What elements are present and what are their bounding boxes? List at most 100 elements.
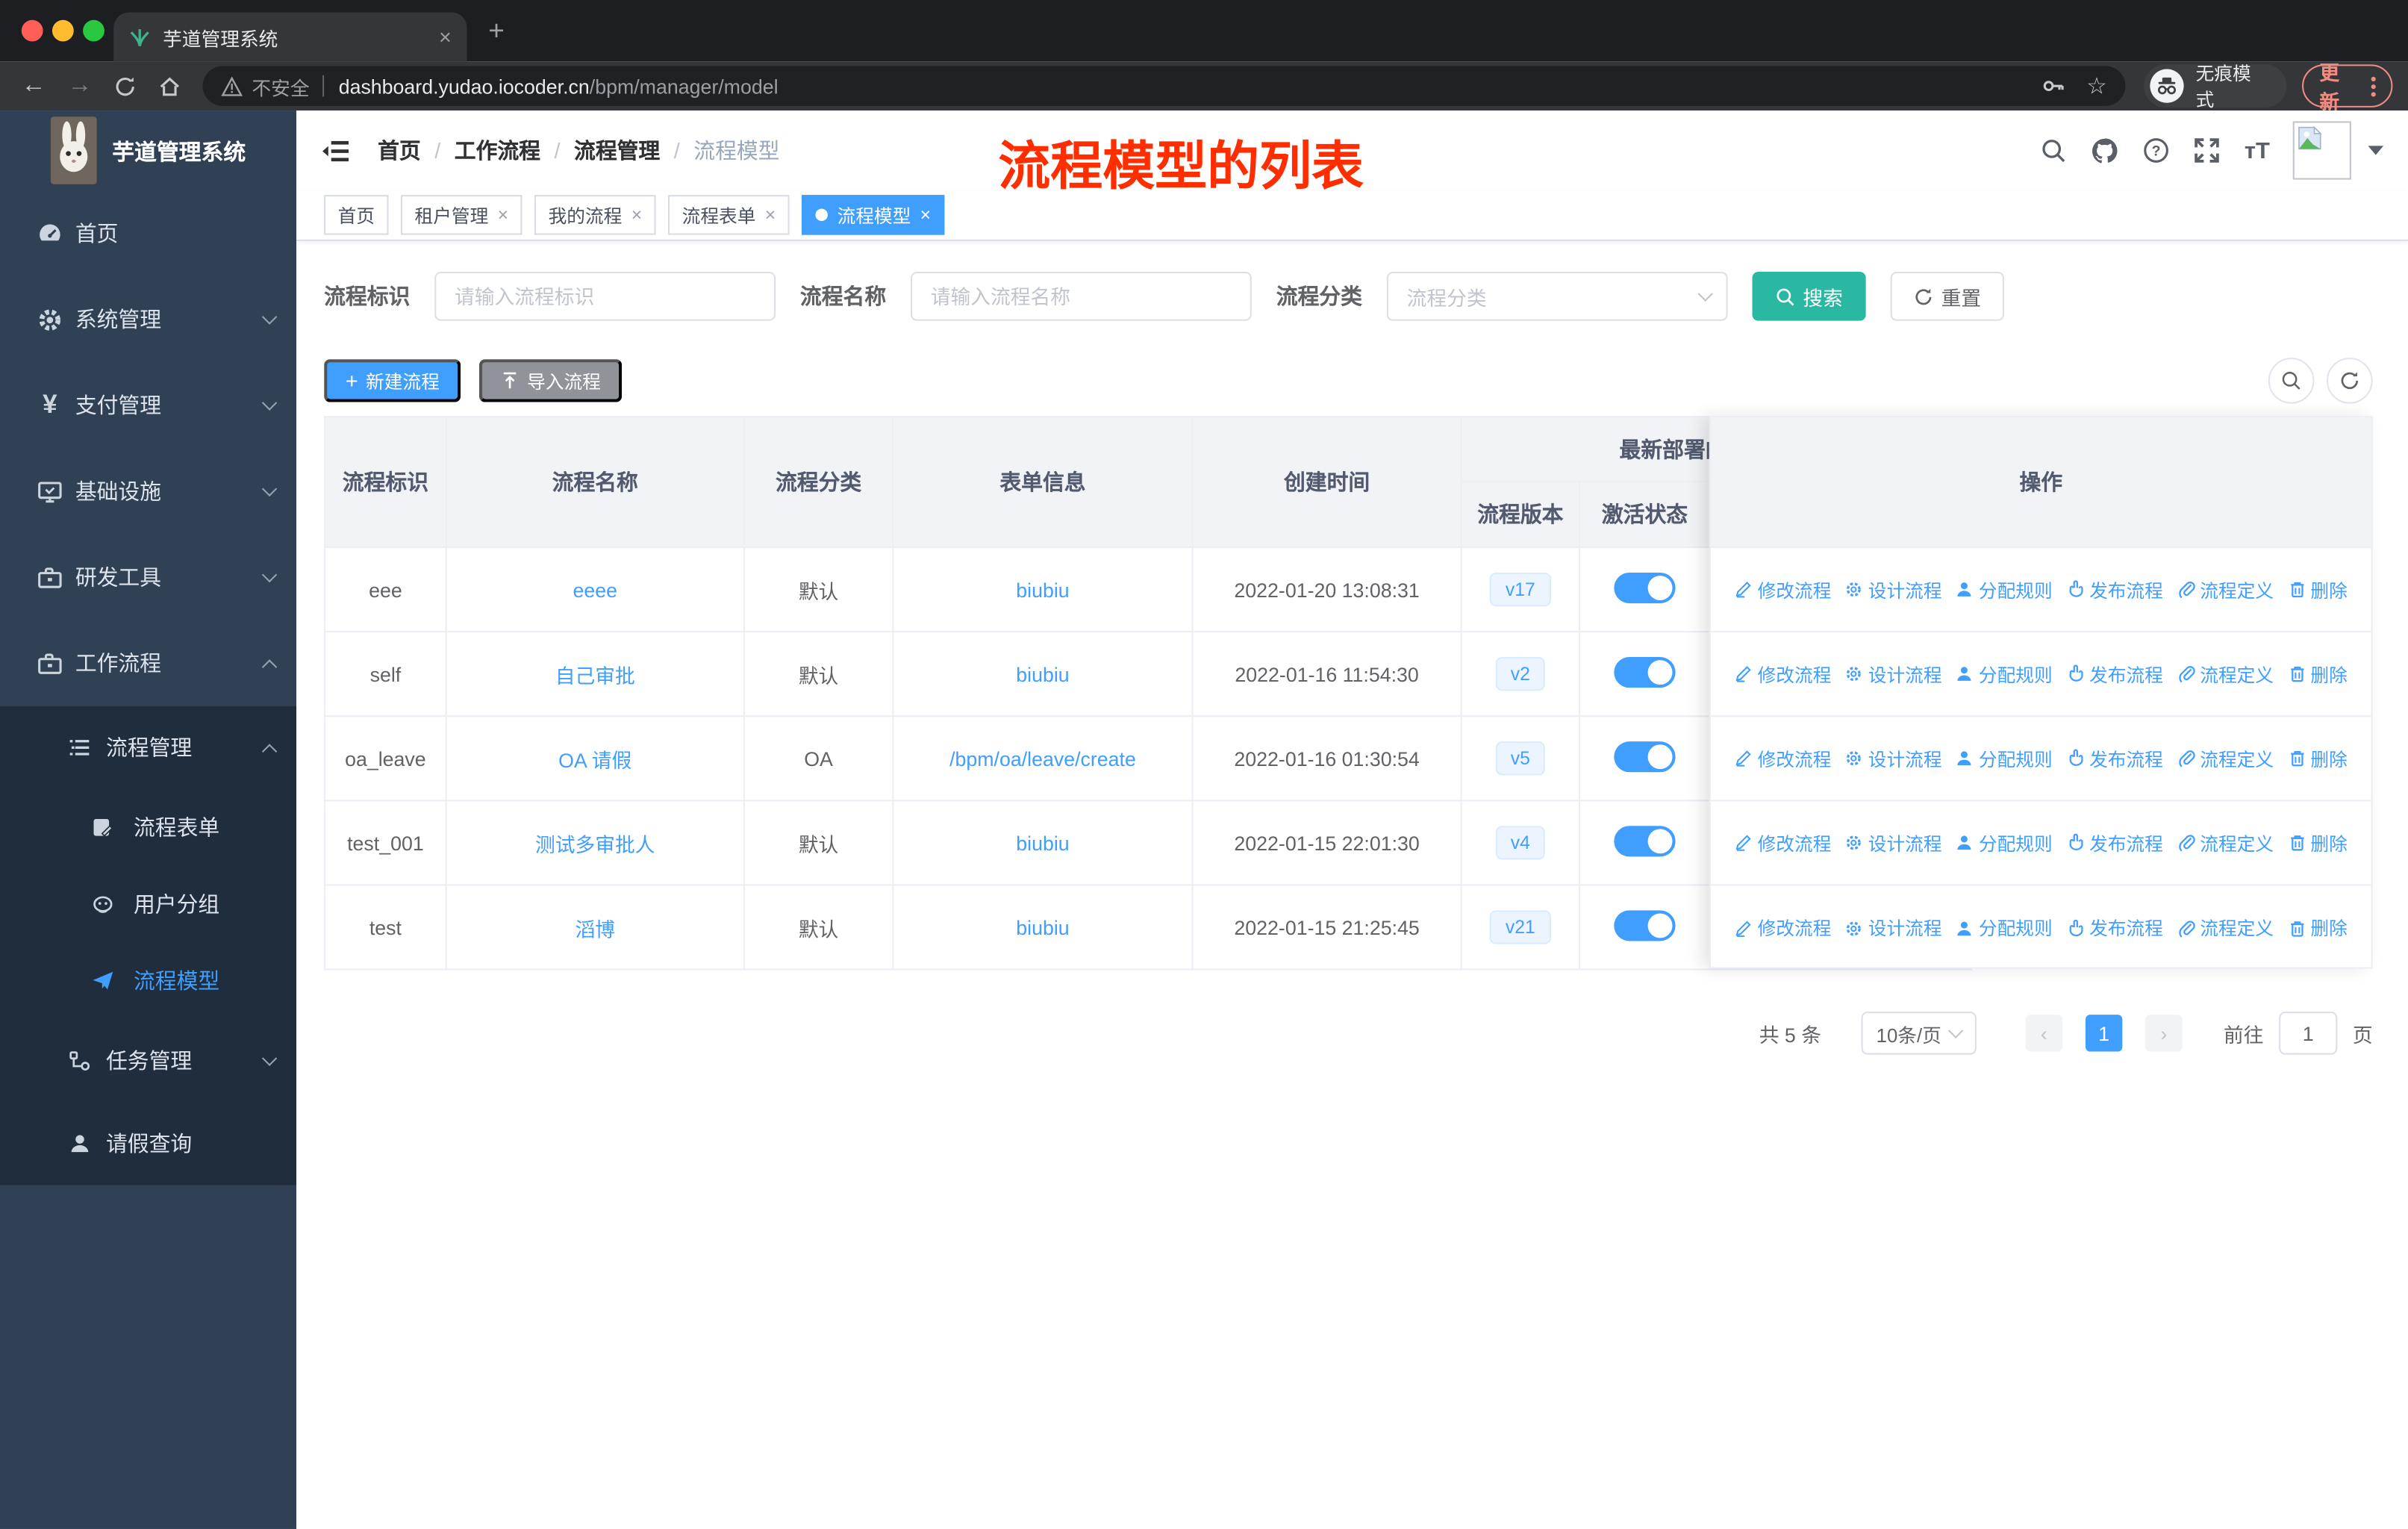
design-process-link[interactable]: 设计流程 — [1845, 576, 1942, 602]
active-state-toggle[interactable] — [1614, 571, 1676, 603]
process-name-link[interactable]: 自己审批 — [555, 664, 635, 687]
reload-icon[interactable] — [113, 75, 137, 98]
active-state-toggle[interactable] — [1614, 909, 1676, 941]
sidebar-item-task-mgmt[interactable]: 任务管理 — [0, 1019, 296, 1102]
assign-rule-link[interactable]: 分配规则 — [1956, 661, 2053, 687]
next-page-button[interactable]: › — [2145, 1015, 2183, 1052]
breadcrumb-item[interactable]: 流程管理 — [574, 135, 660, 166]
avatar-caret-icon[interactable] — [2368, 146, 2384, 155]
font-size-icon[interactable]: тT — [2245, 137, 2270, 164]
update-label[interactable]: 更新 — [2319, 57, 2359, 115]
tag-close-icon[interactable]: × — [765, 204, 776, 225]
prev-page-button[interactable]: ‹ — [2025, 1015, 2063, 1052]
process-name-link[interactable]: 滔博 — [575, 918, 615, 941]
tag-close-icon[interactable]: × — [920, 204, 931, 225]
active-state-toggle[interactable] — [1614, 741, 1676, 772]
fullscreen-icon[interactable] — [2194, 137, 2221, 164]
sidebar-item-system[interactable]: 系统管理 — [0, 276, 296, 362]
bookmark-star-icon[interactable]: ☆ — [2086, 72, 2107, 100]
back-icon[interactable]: ← — [22, 72, 46, 100]
process-name-input[interactable] — [911, 271, 1252, 321]
help-icon[interactable]: ? — [2143, 137, 2171, 164]
delete-link[interactable]: 删除 — [2288, 576, 2348, 602]
window-minimize-button[interactable] — [52, 19, 74, 42]
window-controls[interactable] — [21, 19, 105, 42]
sidebar-item-leave-query[interactable]: 请假查询 — [0, 1102, 296, 1185]
window-close-button[interactable] — [21, 19, 43, 42]
avatar[interactable] — [2292, 121, 2351, 180]
version-badge[interactable]: v17 — [1490, 572, 1551, 607]
edit-process-link[interactable]: 修改流程 — [1735, 745, 1831, 771]
url-path[interactable]: /bpm/manager/model — [590, 75, 779, 98]
process-name-link[interactable]: 测试多审批人 — [535, 832, 655, 856]
page-size-select[interactable]: 10条/页 — [1861, 1012, 1977, 1055]
breadcrumb-item[interactable]: 首页 — [378, 135, 421, 166]
home-icon[interactable] — [158, 75, 181, 98]
assign-rule-link[interactable]: 分配规则 — [1956, 915, 2053, 941]
process-definition-link[interactable]: 流程定义 — [2177, 661, 2274, 687]
browser-menu-icon[interactable] — [2371, 75, 2376, 96]
design-process-link[interactable]: 设计流程 — [1845, 829, 1942, 856]
form-info-link[interactable]: biubiu — [1016, 662, 1069, 685]
process-definition-link[interactable]: 流程定义 — [2177, 829, 2274, 856]
form-info-link[interactable]: biubiu — [1016, 916, 1069, 939]
delete-link[interactable]: 删除 — [2288, 915, 2348, 941]
process-name-link[interactable]: OA 请假 — [558, 748, 631, 771]
version-badge[interactable]: v2 — [1495, 657, 1546, 691]
security-warning-icon[interactable] — [221, 75, 243, 96]
delete-link[interactable]: 删除 — [2288, 829, 2348, 856]
edit-process-link[interactable]: 修改流程 — [1735, 829, 1831, 856]
tag-close-icon[interactable]: × — [631, 204, 642, 225]
process-id-input[interactable] — [434, 271, 776, 321]
active-state-toggle[interactable] — [1614, 825, 1676, 856]
sidebar-item-workflow[interactable]: 工作流程 — [0, 620, 296, 706]
form-info-link[interactable]: biubiu — [1016, 578, 1069, 601]
refresh-button[interactable] — [2326, 358, 2373, 404]
tag-my-process[interactable]: 我的流程 × — [534, 195, 656, 235]
active-state-toggle[interactable] — [1614, 656, 1676, 688]
tag-close-icon[interactable]: × — [498, 204, 508, 225]
version-badge[interactable]: v4 — [1495, 826, 1546, 860]
sidebar-item-home[interactable]: 首页 — [0, 190, 296, 276]
process-definition-link[interactable]: 流程定义 — [2177, 745, 2274, 771]
url-host[interactable]: dashboard.yudao.iocoder.cn — [339, 75, 590, 98]
assign-rule-link[interactable]: 分配规则 — [1956, 745, 2053, 771]
tag-home[interactable]: 首页 — [324, 195, 389, 235]
publish-process-link[interactable]: 发布流程 — [2066, 915, 2163, 941]
category-select[interactable]: 流程分类 — [1386, 271, 1728, 321]
publish-process-link[interactable]: 发布流程 — [2066, 829, 2163, 856]
browser-tab[interactable]: 芋道管理系统 × — [113, 12, 467, 62]
goto-page-input[interactable] — [2279, 1012, 2338, 1055]
show-search-button[interactable] — [2268, 358, 2315, 404]
tag-process-model[interactable]: 流程模型 × — [802, 195, 945, 235]
key-icon[interactable] — [2040, 74, 2065, 99]
form-info-link[interactable]: /bpm/oa/leave/create — [949, 747, 1136, 770]
delete-link[interactable]: 删除 — [2288, 661, 2348, 687]
new-tab-button[interactable]: + — [488, 17, 505, 45]
edit-process-link[interactable]: 修改流程 — [1735, 915, 1831, 941]
sidebar-item-process-form[interactable]: 流程表单 — [0, 789, 296, 866]
delete-link[interactable]: 删除 — [2288, 745, 2348, 771]
sidebar-collapse-icon[interactable] — [321, 137, 350, 164]
sidebar-item-process-mgmt[interactable]: 流程管理 — [0, 706, 296, 789]
sidebar-item-user-group[interactable]: 用户分组 — [0, 866, 296, 943]
reset-button[interactable]: 重置 — [1890, 271, 2004, 321]
breadcrumb-item[interactable]: 工作流程 — [455, 135, 540, 166]
process-name-link[interactable]: eeee — [573, 578, 617, 601]
assign-rule-link[interactable]: 分配规则 — [1956, 576, 2053, 602]
tab-close-icon[interactable]: × — [439, 25, 452, 49]
edit-process-link[interactable]: 修改流程 — [1735, 661, 1831, 687]
create-process-button[interactable]: + 新建流程 — [324, 359, 461, 402]
sidebar-item-payment[interactable]: ¥ 支付管理 — [0, 362, 296, 448]
version-badge[interactable]: v5 — [1495, 741, 1546, 776]
import-process-button[interactable]: 导入流程 — [479, 359, 623, 402]
github-icon[interactable] — [2091, 136, 2120, 165]
process-definition-link[interactable]: 流程定义 — [2177, 915, 2274, 941]
url-bar[interactable]: 不安全 dashboard.yudao.iocoder.cn /bpm/mana… — [202, 66, 2126, 106]
publish-process-link[interactable]: 发布流程 — [2066, 661, 2163, 687]
tag-process-form[interactable]: 流程表单 × — [668, 195, 790, 235]
design-process-link[interactable]: 设计流程 — [1845, 661, 1942, 687]
sidebar-item-infra[interactable]: 基础设施 — [0, 448, 296, 534]
window-zoom-button[interactable] — [83, 19, 105, 42]
design-process-link[interactable]: 设计流程 — [1845, 915, 1942, 941]
